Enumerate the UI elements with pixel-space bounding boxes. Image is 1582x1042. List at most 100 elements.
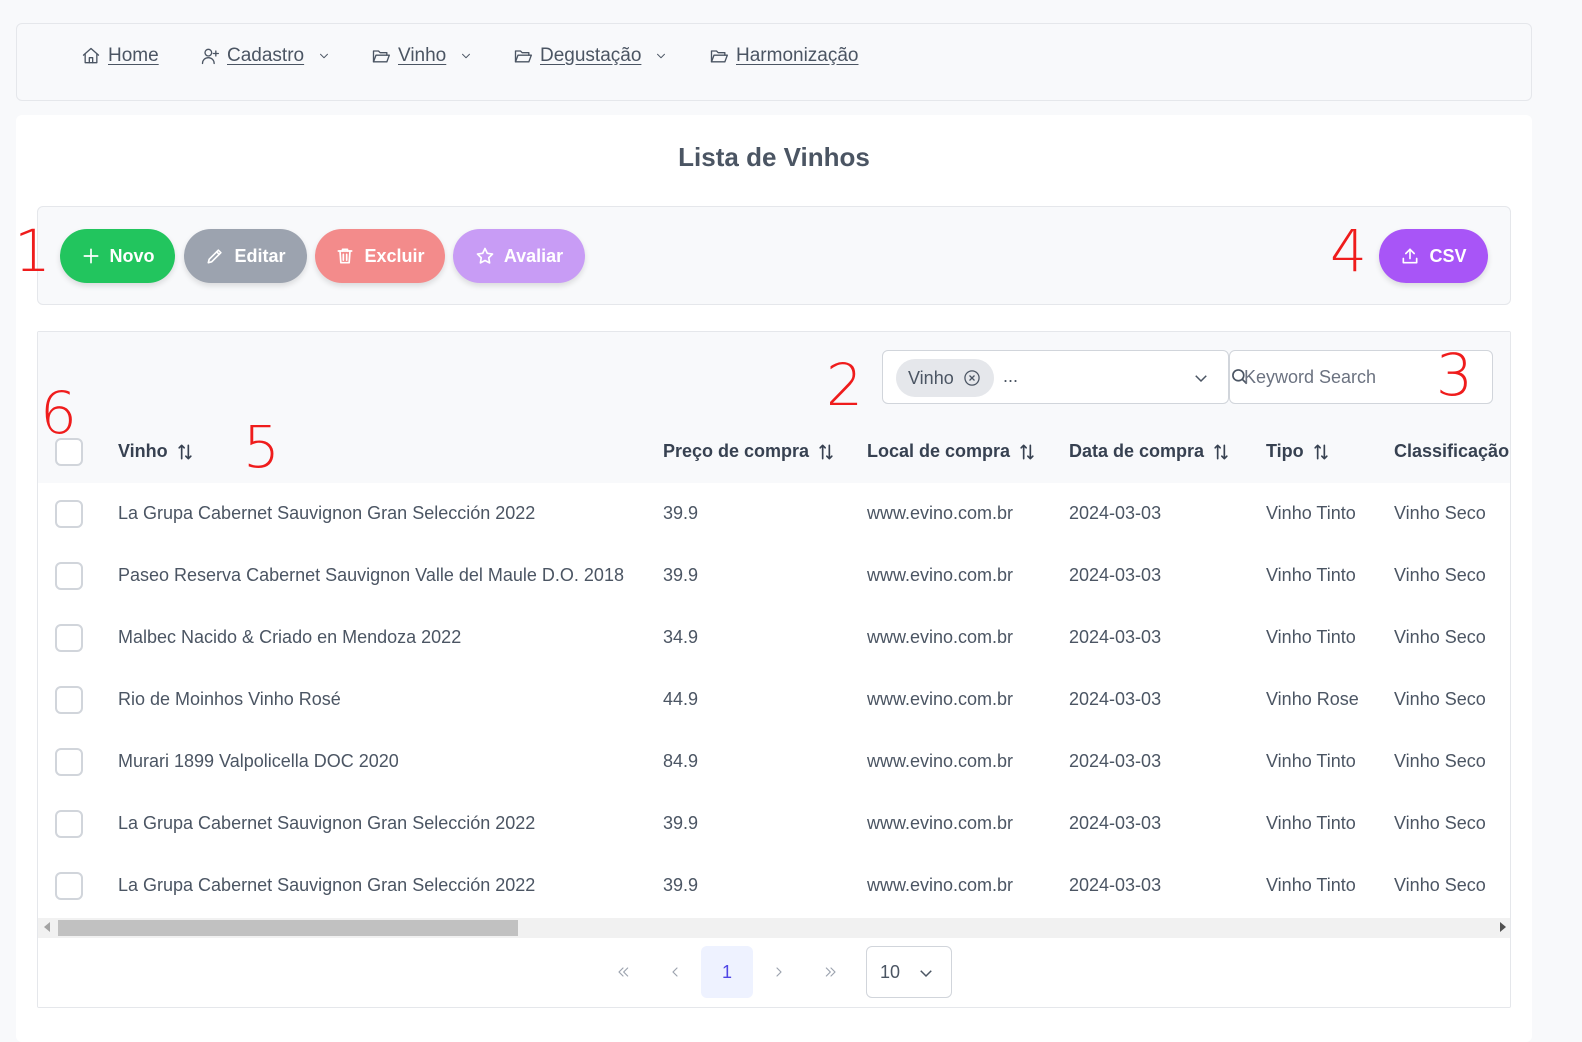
- first-page-button[interactable]: [597, 946, 649, 998]
- cell-local: www.evino.com.br: [867, 875, 1014, 895]
- table-row[interactable]: La Grupa Cabernet Sauvignon Gran Selecci…: [38, 483, 1510, 545]
- novo-button[interactable]: Novo: [60, 229, 175, 283]
- column-header-tipo[interactable]: Tipo: [1266, 441, 1330, 462]
- cell-tipo: Vinho Rose: [1266, 689, 1359, 709]
- menubar: Home Cadastro Vinho Degustação Harmoniza…: [16, 23, 1532, 101]
- cell-vinho: La Grupa Cabernet Sauvignon Gran Selecci…: [118, 813, 536, 833]
- cell-data: 2024-03-03: [1069, 875, 1162, 895]
- cell-local: www.evino.com.br: [867, 813, 1014, 833]
- row-checkbox[interactable]: [55, 872, 83, 900]
- table-row[interactable]: Paseo Reserva Cabernet Sauvignon Valle d…: [38, 545, 1510, 607]
- home-icon: [82, 47, 100, 64]
- column-header-vinho[interactable]: Vinho: [118, 441, 194, 462]
- sort-icon: [1314, 444, 1328, 459]
- row-checkbox[interactable]: [55, 562, 83, 590]
- table-row[interactable]: La Grupa Cabernet Sauvignon Gran Selecci…: [38, 855, 1510, 917]
- row-checkbox[interactable]: [55, 500, 83, 528]
- cell-classificacao: Vinho Seco: [1394, 627, 1486, 647]
- cell-vinho: La Grupa Cabernet Sauvignon Gran Selecci…: [118, 503, 536, 523]
- rows-per-page-dropdown[interactable]: 10: [866, 946, 952, 998]
- cell-classificacao: Vinho Seco: [1394, 689, 1486, 709]
- folder-open-icon: [514, 50, 532, 63]
- cell-classificacao: Vinho Seco: [1394, 751, 1486, 771]
- cell-classificacao: Vinho Seco: [1394, 875, 1486, 895]
- cell-data: 2024-03-03: [1069, 813, 1162, 833]
- cell-local: www.evino.com.br: [867, 751, 1014, 771]
- double-chevron-right-icon: [825, 967, 836, 977]
- menu-harmonizacao[interactable]: Harmonização: [709, 44, 859, 68]
- cell-preco: 39.9: [663, 875, 699, 895]
- cell-preco: 39.9: [663, 565, 699, 585]
- cell-preco: 44.9: [663, 689, 699, 709]
- page-button[interactable]: 1: [701, 946, 753, 998]
- cell-data: 2024-03-03: [1069, 503, 1162, 523]
- remove-chip-icon[interactable]: [962, 368, 982, 388]
- cell-local: www.evino.com.br: [867, 565, 1014, 585]
- csv-button-label: CSV: [1429, 245, 1467, 266]
- cell-vinho: Malbec Nacido & Criado en Mendoza 2022: [118, 627, 462, 647]
- row-checkbox[interactable]: [55, 624, 83, 652]
- chevron-down-icon: [320, 53, 329, 59]
- excluir-button[interactable]: Excluir: [315, 229, 445, 283]
- upload-icon: [1402, 248, 1418, 264]
- prev-page-button[interactable]: [649, 946, 701, 998]
- cell-data: 2024-03-03: [1069, 751, 1162, 771]
- table-row[interactable]: Malbec Nacido & Criado en Mendoza 2022 3…: [38, 607, 1510, 669]
- menu-cadastro[interactable]: Cadastro: [200, 44, 331, 68]
- row-checkbox[interactable]: [55, 810, 83, 838]
- cell-vinho: La Grupa Cabernet Sauvignon Gran Selecci…: [118, 875, 536, 895]
- column-header-local[interactable]: Local de compra: [867, 441, 1036, 462]
- horizontal-scrollbar[interactable]: [38, 918, 1510, 938]
- cell-data: 2024-03-03: [1069, 689, 1162, 709]
- scroll-left-arrow[interactable]: [44, 922, 50, 932]
- row-checkbox[interactable]: [55, 686, 83, 714]
- menu-degustacao[interactable]: Degustação: [513, 44, 668, 68]
- chevron-down-icon[interactable]: [1192, 369, 1210, 387]
- column-header-label: Vinho: [118, 441, 168, 461]
- table-row[interactable]: Murari 1899 Valpolicella DOC 2020 84.9 w…: [38, 731, 1510, 793]
- user-plus-icon: [201, 48, 219, 65]
- avaliar-button[interactable]: Avaliar: [453, 229, 585, 283]
- cell-local: www.evino.com.br: [867, 503, 1014, 523]
- scrollbar-thumb[interactable]: [58, 920, 518, 936]
- cell-data: 2024-03-03: [1069, 627, 1162, 647]
- column-header-label: Classificação: [1394, 441, 1510, 461]
- last-page-button[interactable]: [805, 946, 857, 998]
- cell-data: 2024-03-03: [1069, 565, 1162, 585]
- column-header-classificacao[interactable]: Classificação: [1394, 441, 1509, 462]
- column-chip-label: Vinho: [908, 367, 954, 388]
- table-row[interactable]: La Grupa Cabernet Sauvignon Gran Selecci…: [38, 793, 1510, 855]
- sort-icon: [178, 444, 192, 459]
- chevron-down-icon: [920, 970, 932, 978]
- menu-vinho[interactable]: Vinho: [371, 44, 473, 68]
- annotation-1: 1: [14, 217, 51, 285]
- cell-tipo: Vinho Tinto: [1266, 875, 1356, 895]
- chevron-down-icon: [657, 53, 666, 59]
- column-header-data[interactable]: Data de compra: [1069, 441, 1230, 462]
- cell-local: www.evino.com.br: [867, 627, 1014, 647]
- menu-cadastro-label: Cadastro: [227, 45, 305, 66]
- csv-export-button[interactable]: CSV: [1379, 229, 1488, 283]
- page-title: Lista de Vinhos: [678, 142, 870, 172]
- editar-button-label: Editar: [234, 245, 286, 266]
- column-header-label: Tipo: [1266, 441, 1304, 461]
- menu-home-label: Home: [108, 45, 159, 66]
- table-row[interactable]: Rio de Moinhos Vinho Rosé 44.9 www.evino…: [38, 669, 1510, 731]
- next-page-button[interactable]: [753, 946, 805, 998]
- scroll-right-arrow[interactable]: [1500, 922, 1506, 932]
- editar-button[interactable]: Editar: [184, 229, 307, 283]
- cell-preco: 39.9: [663, 813, 699, 833]
- column-selector[interactable]: Vinho ...: [882, 350, 1229, 404]
- excluir-button-label: Excluir: [364, 245, 425, 266]
- row-checkbox[interactable]: [55, 748, 83, 776]
- cell-vinho: Rio de Moinhos Vinho Rosé: [118, 689, 341, 709]
- trash-icon: [337, 248, 353, 264]
- cell-classificacao: Vinho Seco: [1394, 503, 1486, 523]
- pencil-icon: [207, 249, 223, 264]
- main-card: Lista de Vinhos Novo Editar Excluir Aval…: [16, 115, 1532, 1042]
- menu-home[interactable]: Home: [81, 44, 159, 68]
- annotation-3: 3: [1436, 341, 1473, 409]
- chevron-down-icon: [462, 53, 471, 59]
- rows-per-page-value: 10: [880, 961, 901, 982]
- column-header-preco[interactable]: Preço de compra: [663, 441, 835, 462]
